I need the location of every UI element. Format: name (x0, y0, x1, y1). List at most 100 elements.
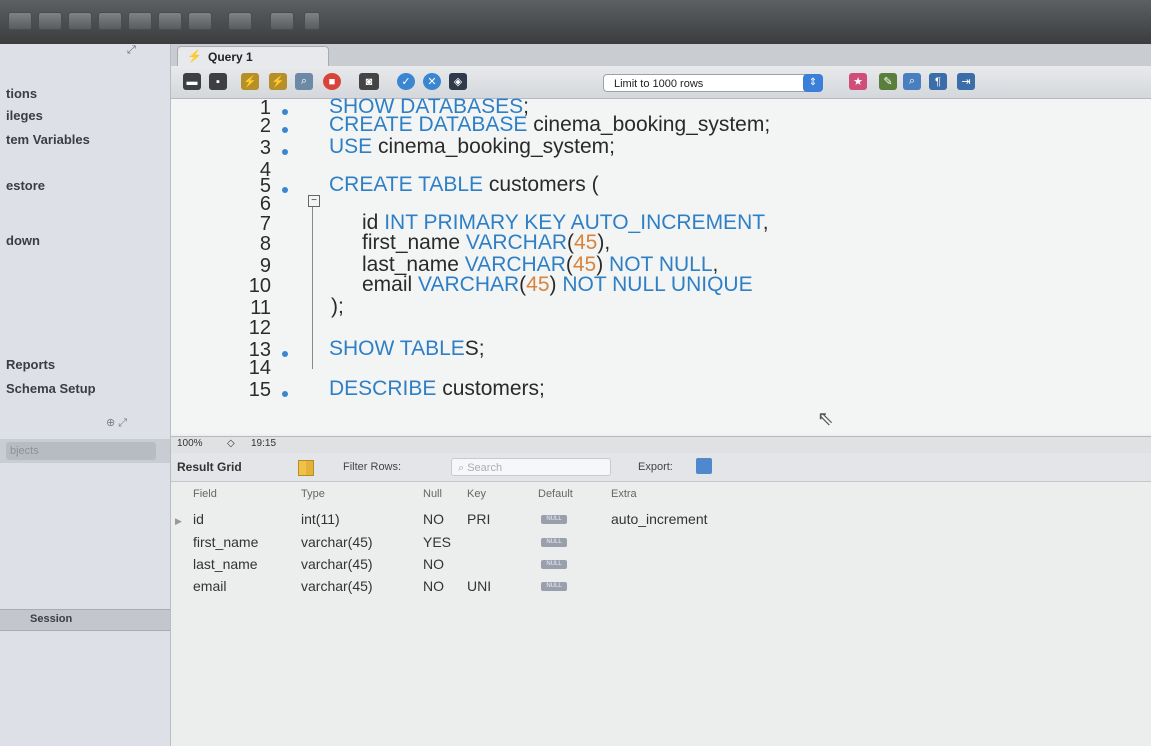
cell-null[interactable]: NO (423, 556, 444, 572)
export-icon[interactable] (696, 458, 712, 474)
cell-type[interactable]: varchar(45) (301, 556, 373, 572)
cell-null[interactable]: YES (423, 534, 451, 550)
search-placeholder: Search (467, 462, 503, 474)
zoom-stepper-icon[interactable]: ◇ (227, 438, 235, 449)
bolt-icon: ⚡ (187, 49, 202, 63)
cell-key[interactable]: UNI (467, 578, 491, 594)
column-header-extra[interactable]: Extra (611, 488, 637, 500)
cell-field[interactable]: email (193, 578, 226, 594)
create-schema-icon[interactable] (98, 12, 122, 30)
editor-status-bar: 100% ◇ 19:15 (171, 436, 1151, 453)
line-number: 2 (259, 115, 271, 137)
code-line[interactable]: USE cinema_booking_system; (329, 135, 615, 159)
reconnect-icon[interactable] (228, 12, 252, 30)
column-header-key[interactable]: Key (467, 488, 486, 500)
create-table-icon[interactable] (128, 12, 152, 30)
sidebar-toggle-icon[interactable] (270, 12, 294, 30)
code-line[interactable]: SHOW TABLES; (329, 337, 485, 361)
save-icon[interactable]: ▪ (209, 73, 227, 90)
session-label: Session (30, 613, 73, 625)
column-header-null[interactable]: Null (423, 488, 442, 500)
open-sql-file-icon[interactable] (38, 12, 62, 30)
code-line[interactable]: DESCRIBE customers; (329, 377, 545, 401)
sql-editor[interactable]: − 1 SHOW DATABASES; 2 CREATE DATABASE cinem… (171, 95, 1151, 434)
workbench-window: ⤢ tions ileges tem Variables estore down Repo… (0, 0, 1151, 746)
fold-guide (312, 199, 325, 369)
code-line[interactable]: ); (331, 295, 344, 319)
chevron-updown-icon[interactable]: ⇕ (803, 74, 823, 92)
null-badge: NULL (541, 538, 567, 547)
commit-icon[interactable]: ✓ (397, 73, 415, 90)
result-grid-tab[interactable]: Result Grid (177, 460, 242, 474)
new-sql-tab-icon[interactable] (8, 12, 32, 30)
statement-marker-icon (282, 187, 288, 193)
line-number: 10 (248, 275, 271, 297)
toggle-output-icon[interactable]: ◙ (359, 73, 379, 90)
statement-marker-icon (282, 351, 288, 357)
cell-field[interactable]: last_name (193, 556, 258, 572)
column-header-type[interactable]: Type (301, 488, 325, 500)
line-number: 14 (248, 357, 271, 379)
code-line[interactable]: CREATE TABLE customers ( (329, 173, 599, 197)
explain-icon[interactable]: ⌕ (295, 73, 313, 90)
result-toolbar: Result Grid Filter Rows: ⌕ Search Export… (171, 453, 1151, 482)
tab-query-1[interactable]: ⚡ Query 1 (177, 46, 329, 67)
statement-marker-icon (282, 109, 288, 115)
cell-type[interactable]: varchar(45) (301, 578, 373, 594)
result-grid[interactable]: Field Type Null Key Default Extra ▶ id in… (171, 482, 1151, 746)
autocommit-icon[interactable]: ◈ (449, 73, 467, 90)
rollback-icon[interactable]: ✕ (423, 73, 441, 90)
null-badge: NULL (541, 515, 567, 524)
wrap-icon[interactable]: ⇥ (957, 73, 975, 90)
statement-marker-icon (282, 391, 288, 397)
sidebar-item-reports[interactable]: Reports (6, 357, 55, 372)
session-tab[interactable]: Session (0, 609, 170, 631)
create-procedure-icon[interactable] (188, 12, 212, 30)
filter-search-input[interactable]: ⌕ Search (451, 458, 611, 476)
fold-toggle-icon[interactable]: − (308, 195, 320, 207)
cell-null[interactable]: NO (423, 578, 444, 594)
sidebar-item-shutdown[interactable]: down (6, 233, 40, 248)
sidebar-item-system-variables[interactable]: tem Variables (6, 132, 90, 147)
stop-icon[interactable]: ■ (323, 73, 341, 90)
objects-filter-input[interactable]: bjects (6, 442, 156, 460)
create-view-icon[interactable] (158, 12, 182, 30)
cell-type[interactable]: varchar(45) (301, 534, 373, 550)
cell-key[interactable]: PRI (467, 511, 490, 527)
statement-marker-icon (282, 127, 288, 133)
sidebar-item-restore[interactable]: estore (6, 178, 45, 193)
folder-icon[interactable]: ▬ (183, 73, 201, 90)
cursor-position: 19:15 (251, 438, 277, 449)
schema-inspector-icon[interactable] (68, 12, 92, 30)
cell-null[interactable]: NO (423, 511, 444, 527)
invisible-chars-icon[interactable]: ¶ (929, 73, 947, 90)
code-line[interactable]: first_name VARCHAR(45), (362, 231, 610, 255)
execute-current-icon[interactable]: ⚡ (269, 73, 287, 90)
search-table-icon[interactable] (304, 12, 320, 30)
expand-icon[interactable]: ⤢ (127, 44, 136, 57)
sidebar-tools-icon[interactable]: ⊕ ⤢ (106, 416, 127, 430)
sidebar-item-connections[interactable]: tions (6, 86, 37, 101)
null-badge: NULL (541, 560, 567, 569)
code-line[interactable]: email VARCHAR(45) NOT NULL UNIQUE (362, 273, 753, 297)
cell-type[interactable]: int(11) (301, 511, 340, 527)
beautify-icon[interactable]: ★ (849, 73, 867, 90)
search-icon[interactable]: ⌕ (903, 73, 921, 90)
grid-icon[interactable] (298, 460, 314, 476)
sidebar-item-schema-setup[interactable]: Schema Setup (6, 381, 96, 396)
cell-field[interactable]: id (193, 511, 204, 527)
execute-icon[interactable]: ⚡ (241, 73, 259, 90)
zoom-level[interactable]: 100% (177, 438, 203, 449)
export-label: Export: (638, 461, 673, 473)
line-number: 8 (259, 233, 271, 255)
cell-field[interactable]: first_name (193, 534, 258, 550)
query-area: ⚡ Query 1 ▬ ▪ ⚡ ⚡ ⌕ ■ ◙ ✓ ✕ ◈ Limit to 1… (171, 44, 1151, 746)
cell-extra[interactable]: auto_increment (611, 511, 708, 527)
column-header-field[interactable]: Field (193, 488, 217, 500)
column-header-default[interactable]: Default (538, 488, 573, 500)
code-line[interactable]: CREATE DATABASE cinema_booking_system; (329, 113, 770, 137)
sidebar-item-privileges[interactable]: ileges (6, 108, 43, 123)
find-icon[interactable]: ✎ (879, 73, 897, 90)
filter-rows-label: Filter Rows: (343, 461, 402, 473)
limit-rows-select[interactable]: Limit to 1000 rows (603, 74, 813, 92)
